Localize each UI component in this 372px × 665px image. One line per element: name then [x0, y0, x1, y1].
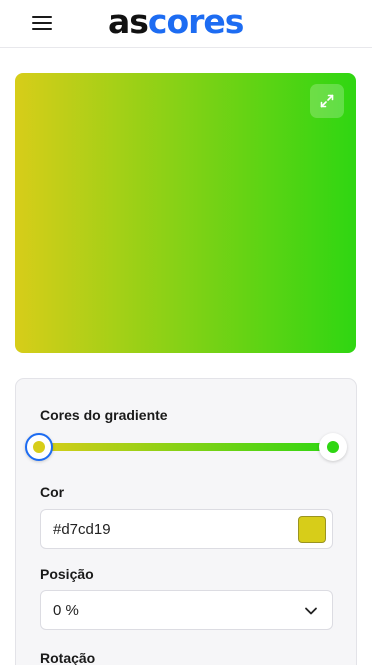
stop-color-dot — [33, 441, 45, 453]
gradient-preview — [15, 73, 356, 353]
expand-button[interactable] — [310, 84, 344, 118]
rotation-label: Rotação — [40, 650, 96, 665]
position-select[interactable]: 0 % — [40, 590, 333, 630]
color-value: #d7cd19 — [53, 521, 111, 538]
position-value: 0 % — [53, 602, 79, 619]
gradient-settings-panel: Cores do gradiente Cor #d7cd19 Posição 0… — [15, 378, 357, 665]
chevron-down-icon — [305, 607, 317, 615]
color-input[interactable]: #d7cd19 — [40, 509, 333, 549]
gradient-stop-end[interactable] — [319, 433, 347, 461]
color-label: Cor — [40, 484, 65, 500]
position-label: Posição — [40, 566, 94, 582]
stop-color-dot — [327, 441, 339, 453]
logo-part-cores: cores — [147, 2, 245, 41]
logo[interactable]: as cores — [108, 2, 245, 42]
color-swatch[interactable] — [298, 516, 326, 543]
gradient-stops-bar[interactable] — [40, 443, 333, 451]
logo-part-as: as — [108, 2, 149, 41]
gradient-stop-start[interactable] — [25, 433, 53, 461]
expand-icon — [320, 94, 334, 108]
header: as cores — [0, 0, 372, 48]
gradient-colors-label: Cores do gradiente — [40, 407, 168, 423]
menu-icon[interactable] — [30, 14, 54, 34]
